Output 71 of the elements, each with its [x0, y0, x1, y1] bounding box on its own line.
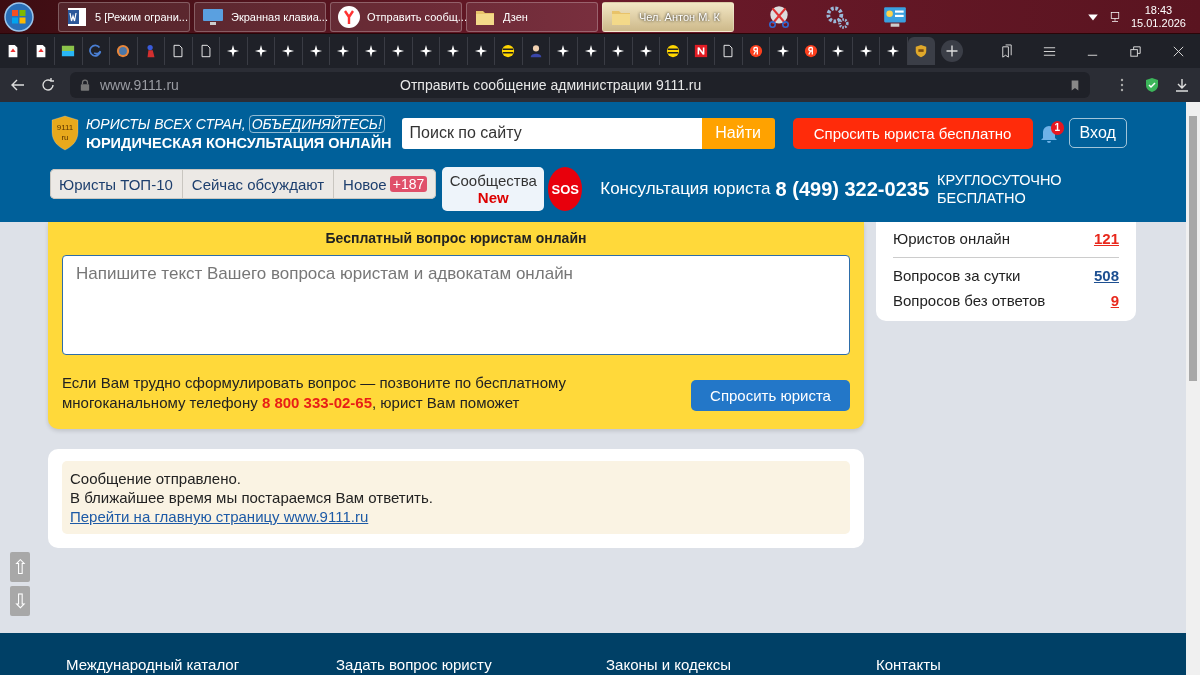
- stat-value[interactable]: 508: [1093, 267, 1119, 284]
- shield-check-icon[interactable]: [1144, 77, 1160, 93]
- swirl-icon: [88, 44, 103, 58]
- shield-icon: [914, 44, 929, 58]
- taskbar-button[interactable]: Экранная клавиа...: [194, 1, 326, 32]
- start-button[interactable]: [4, 1, 34, 32]
- circle-icon: [748, 44, 763, 58]
- gears-icon[interactable]: [824, 3, 850, 30]
- footer-link[interactable]: Задать вопрос юристу: [336, 656, 606, 673]
- person-icon: [528, 44, 543, 58]
- nav-link[interactable]: Юристы ТОП-10: [59, 175, 173, 193]
- ball-icon: [501, 44, 516, 58]
- new-tab-button[interactable]: [941, 40, 963, 62]
- help-text: Если Вам трудно сформулировать вопрос — позвоните по бесплатному многоканальному телефону 8 800 333-02-65, юрист Вам поможет: [62, 373, 567, 413]
- page-icon: [198, 44, 213, 58]
- notification-badge: 1: [1050, 121, 1065, 135]
- back-icon[interactable]: [10, 77, 26, 93]
- footer-link[interactable]: Международный каталог: [66, 656, 336, 673]
- bookmark-icon[interactable]: [1070, 78, 1080, 92]
- count-badge: +187: [389, 176, 428, 192]
- message-text: В ближайшее время мы постараемся Вам ответить.: [70, 488, 434, 507]
- circle-icon: [803, 44, 818, 58]
- phone-note: КРУГЛОСУТОЧНО БЕСПЛАТНО: [937, 171, 1063, 207]
- network-icon[interactable]: [1108, 10, 1121, 23]
- clock-time: 18:43: [1144, 3, 1173, 17]
- site-subtitle: ЮРИДИЧЕСКАЯ КОНСУЛЬТАЦИЯ ОНЛАЙН: [86, 135, 392, 151]
- reload-icon[interactable]: [40, 77, 56, 93]
- logo[interactable]: 9111 ru: [50, 115, 80, 151]
- browser-tab[interactable]: [907, 37, 935, 65]
- footer-link[interactable]: Контакты: [876, 656, 1146, 673]
- phone-number: 8 (499) 322-0235: [775, 177, 929, 201]
- download-icon[interactable]: [1174, 77, 1190, 93]
- stat-label: Вопросов за сутки: [893, 267, 1021, 284]
- square-icon: [693, 44, 708, 58]
- question-input[interactable]: Напишите текст Вашего вопроса юристам и адвокатам онлайн: [62, 255, 850, 355]
- square-icon: [61, 44, 76, 58]
- nav-link[interactable]: Новое: [343, 175, 387, 193]
- clock-date: 15.01.2026: [1130, 16, 1186, 30]
- scissors-icon[interactable]: [766, 3, 792, 30]
- question-title: Бесплатный вопрос юристам онлайн: [324, 230, 588, 246]
- nav-link[interactable]: Сейчас обсуждают: [191, 175, 325, 193]
- message-text: Сообщение отправлено.: [70, 469, 242, 488]
- taskbar-button[interactable]: Дзен: [466, 1, 598, 32]
- taskbar-button[interactable]: 5 [Режим ограни...: [58, 1, 190, 32]
- page-icon: [171, 44, 186, 58]
- login-button[interactable]: Вход: [1068, 118, 1127, 148]
- stat-label: Юристов онлайн: [893, 230, 1010, 247]
- bookmarks-icon[interactable]: [999, 43, 1014, 59]
- communities-button[interactable]: Сообщества New: [442, 167, 545, 211]
- browser-icon: [337, 4, 361, 29]
- ask-lawyer-button[interactable]: Спросить юриста бесплатно: [792, 117, 1033, 149]
- address-bar[interactable]: www.9111.ru Отправить сообщение администрации 9111.ru: [70, 72, 1090, 98]
- slogan-highlight: ОБЪЕДИНЯЙТЕСЬ!: [248, 115, 385, 133]
- footer-link[interactable]: Законы и кодексы: [606, 656, 876, 673]
- page-icon: [721, 44, 736, 58]
- phone-label: Консультация юриста: [600, 179, 771, 199]
- ball-icon: [666, 44, 681, 58]
- stat-label: Вопросов без ответов: [893, 292, 1046, 309]
- stat-value[interactable]: 9: [1110, 292, 1119, 309]
- page-title: Отправить сообщение администрации 9111.ru: [400, 77, 702, 93]
- stat-value[interactable]: 121: [1093, 230, 1119, 247]
- url-text: www.9111.ru: [100, 77, 179, 93]
- sos-button[interactable]: SOS: [548, 167, 583, 211]
- ask-button[interactable]: Спросить юриста: [691, 380, 850, 411]
- restore-icon[interactable]: [1128, 43, 1143, 59]
- lock-icon: [80, 79, 90, 91]
- circle-icon: [116, 44, 131, 58]
- search-field[interactable]: Поиск по сайту: [401, 117, 702, 149]
- scrollbar[interactable]: [1186, 102, 1200, 675]
- home-link[interactable]: Перейти на главную страницу www.9111.ru: [70, 507, 842, 526]
- slogan-text: ЮРИСТЫ ВСЕХ СТРАН,: [86, 116, 246, 132]
